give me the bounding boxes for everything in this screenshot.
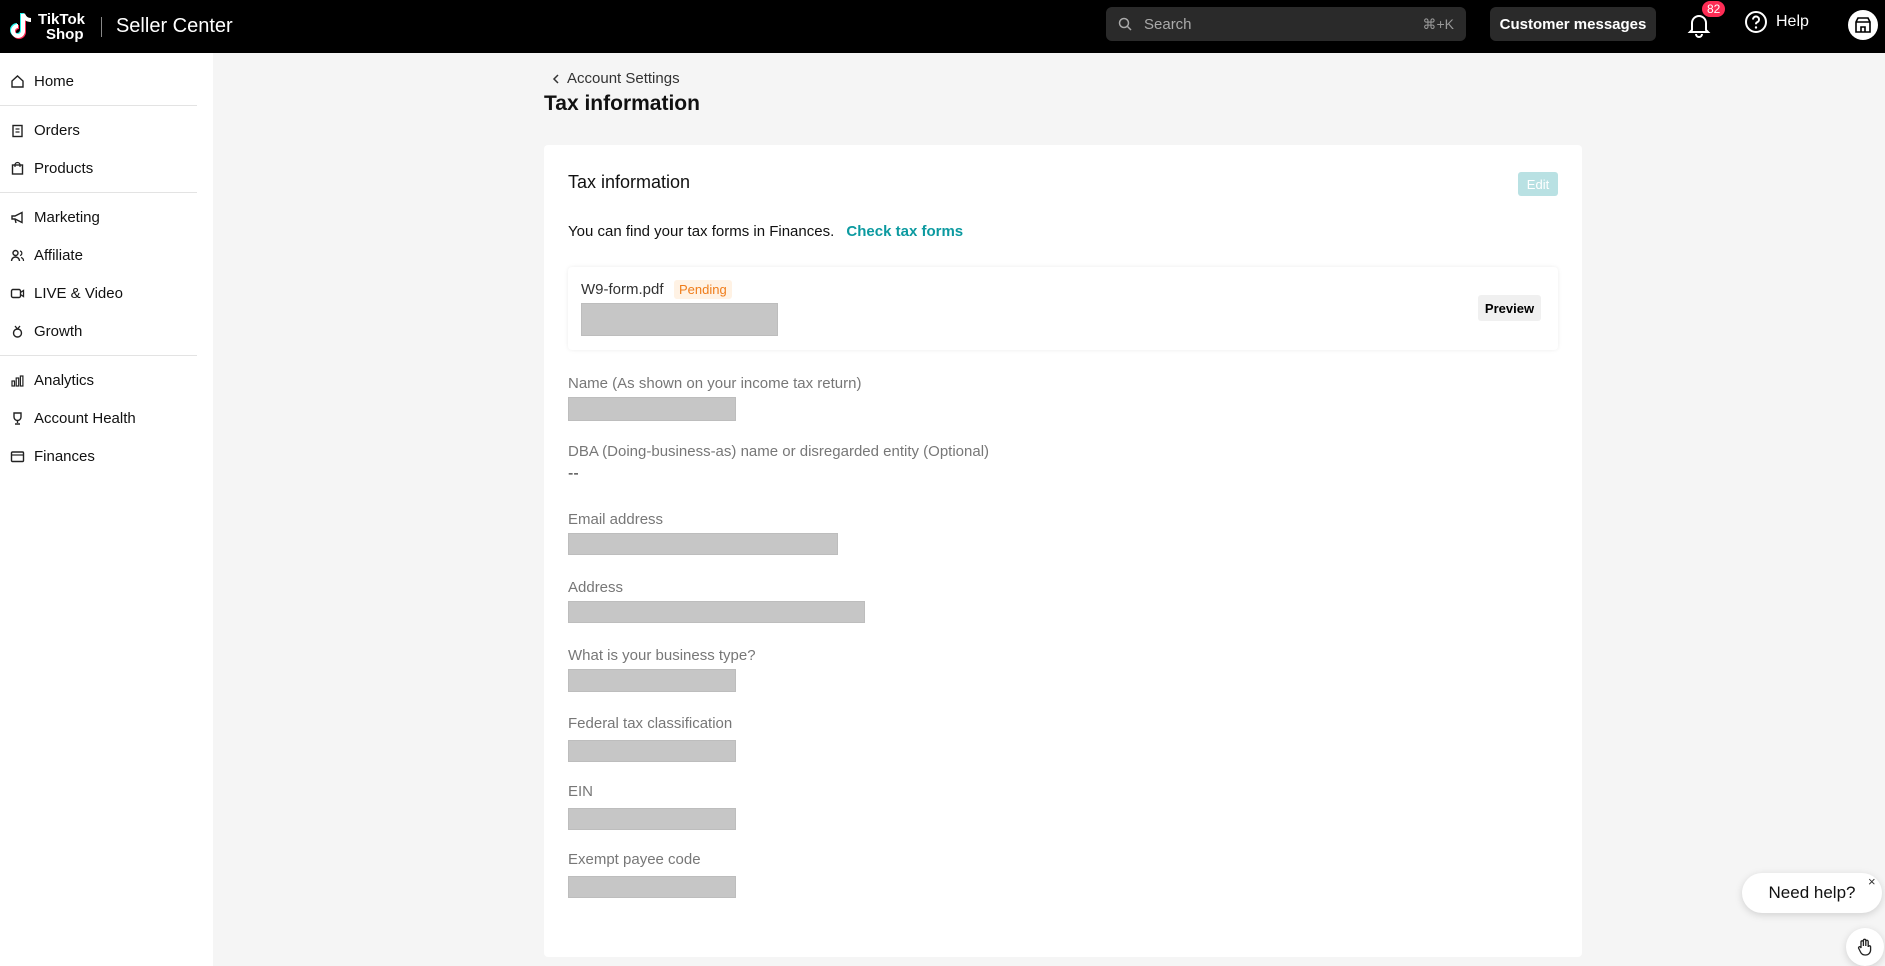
sidebar-item-growth[interactable]: Growth xyxy=(0,312,213,350)
address-value-redacted xyxy=(568,601,865,623)
exempt-payee-label: Exempt payee code xyxy=(568,851,701,868)
close-icon[interactable]: × xyxy=(1868,874,1876,889)
search-shortcut: ⌘+K xyxy=(1422,15,1454,32)
top-bar: TikTok Shop Seller Center ⌘+K Customer m… xyxy=(0,0,1885,53)
customer-messages-button[interactable]: Customer messages xyxy=(1490,7,1656,41)
ein-value-redacted xyxy=(568,808,736,830)
dba-value: -- xyxy=(568,465,579,482)
card-title: Tax information xyxy=(568,172,691,192)
chart-icon xyxy=(11,374,24,387)
help-label: Help xyxy=(1776,13,1809,30)
video-icon xyxy=(10,288,25,298)
sidebar-item-label: Orders xyxy=(34,121,80,139)
search-bar[interactable]: ⌘+K xyxy=(1106,7,1466,41)
sidebar-item-home[interactable]: Home xyxy=(0,62,213,100)
tax-classification-value-redacted xyxy=(568,740,736,762)
sidebar-item-label: Analytics xyxy=(34,371,95,389)
clipboard-icon xyxy=(12,124,23,137)
tiktok-logo-icon xyxy=(10,12,32,39)
users-icon xyxy=(10,249,25,261)
app-title: Seller Center xyxy=(115,15,233,37)
sidebar-item-analytics[interactable]: Analytics xyxy=(0,361,213,399)
need-help-bubble[interactable]: Need help? xyxy=(1742,873,1882,913)
logo-text: TikTok Shop xyxy=(38,10,85,43)
edit-button[interactable]: Edit xyxy=(1518,172,1558,196)
sidebar-item-finances[interactable]: Finances xyxy=(0,437,213,475)
sidebar-item-account-health[interactable]: Account Health xyxy=(0,399,213,437)
tiktok-shop-logo[interactable]: TikTok Shop xyxy=(8,12,85,42)
sidebar: Home Orders Products Marketing Affiliate… xyxy=(0,53,213,966)
status-badge: Pending xyxy=(674,280,732,299)
sidebar-item-affiliate[interactable]: Affiliate xyxy=(0,236,213,274)
store-icon xyxy=(1855,17,1871,33)
address-label: Address xyxy=(568,579,624,596)
sidebar-divider xyxy=(0,105,197,106)
business-type-value-redacted xyxy=(568,669,736,692)
trophy-icon xyxy=(13,411,22,425)
redacted-block xyxy=(581,303,778,336)
check-tax-forms-link[interactable]: Check tax forms xyxy=(846,223,963,240)
help-chat-button[interactable] xyxy=(1846,928,1884,966)
sidebar-divider xyxy=(0,355,197,356)
name-label: Name (As shown on your income tax return… xyxy=(568,375,862,392)
sidebar-item-label: Products xyxy=(34,159,94,177)
sidebar-item-orders[interactable]: Orders xyxy=(0,111,213,149)
sidebar-divider xyxy=(0,192,197,193)
ein-label: EIN xyxy=(568,783,594,800)
bag-icon xyxy=(11,161,24,175)
breadcrumb[interactable]: Account Settings xyxy=(551,70,680,87)
dba-label: DBA (Doing-business-as) name or disregar… xyxy=(568,443,990,460)
sidebar-item-marketing[interactable]: Marketing xyxy=(0,198,213,236)
search-icon xyxy=(1118,17,1132,31)
file-name: W9-form.pdf xyxy=(581,281,664,298)
megaphone-icon xyxy=(11,210,23,224)
w9-file-box: W9-form.pdf Pending Preview xyxy=(568,267,1558,350)
email-value-redacted xyxy=(568,533,838,555)
tax-forms-text: You can find your tax forms in Finances. xyxy=(568,223,835,240)
email-label: Email address xyxy=(568,511,664,528)
notification-badge: 82 xyxy=(1702,1,1726,17)
store-button[interactable] xyxy=(1848,10,1878,40)
sidebar-item-products[interactable]: Products xyxy=(0,149,213,187)
help-icon xyxy=(1745,11,1767,33)
sidebar-item-label: Affiliate xyxy=(34,246,83,264)
business-type-label: What is your business type? xyxy=(568,647,756,664)
breadcrumb-label: Account Settings xyxy=(567,70,680,87)
home-icon xyxy=(11,74,24,88)
sidebar-item-label: Marketing xyxy=(34,208,100,226)
hand-icon xyxy=(1857,938,1872,956)
preview-button[interactable]: Preview xyxy=(1478,295,1541,321)
medal-icon xyxy=(12,325,23,338)
tax-info-card: Tax information Edit You can find your t… xyxy=(544,145,1582,957)
sidebar-item-label: Finances xyxy=(34,447,95,465)
chevron-left-icon xyxy=(552,73,559,84)
tax-classification-label: Federal tax classification xyxy=(568,715,733,732)
sidebar-item-label: LIVE & Video xyxy=(34,284,123,302)
exempt-payee-value-redacted xyxy=(568,876,736,898)
sidebar-item-label: Account Health xyxy=(34,409,136,427)
help-button[interactable]: Help xyxy=(1744,10,1809,34)
logo-divider xyxy=(100,16,102,37)
search-input[interactable] xyxy=(1144,15,1423,33)
tax-forms-info: You can find your tax forms in Finances.… xyxy=(568,223,963,240)
sidebar-item-label: Growth xyxy=(34,322,83,340)
name-value-redacted xyxy=(568,397,736,421)
page-title: Tax information xyxy=(544,92,700,115)
sidebar-item-live-video[interactable]: LIVE & Video xyxy=(0,274,213,312)
wallet-icon xyxy=(10,450,25,462)
sidebar-item-label: Home xyxy=(34,72,75,90)
